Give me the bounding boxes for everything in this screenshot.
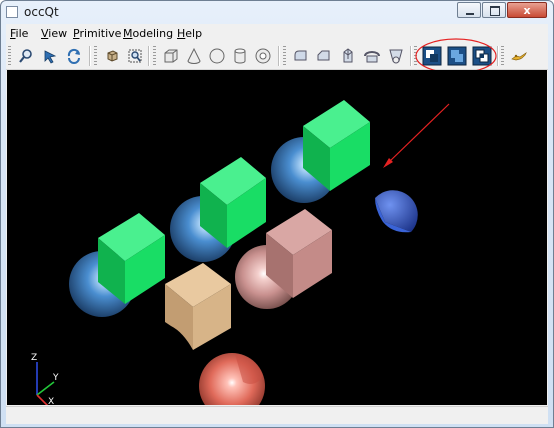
- minimize-button[interactable]: [457, 2, 481, 18]
- menu-help[interactable]: Help: [177, 27, 202, 40]
- app-icon: [6, 6, 18, 18]
- sphere-button[interactable]: [206, 45, 227, 66]
- sphere-icon: [209, 48, 224, 63]
- fit-area-button[interactable]: [124, 45, 145, 66]
- toolbar: [6, 38, 548, 74]
- cylinder-icon: [234, 48, 245, 63]
- blue-hemisphere[interactable]: [375, 190, 418, 232]
- status-bar: [6, 406, 548, 424]
- toolbar-grip[interactable]: [8, 46, 11, 66]
- chamfer-button[interactable]: [313, 45, 334, 66]
- pan-icon: [44, 49, 56, 64]
- menu-modeling-rest: odeling: [132, 27, 174, 40]
- window-title: occQt: [24, 5, 59, 19]
- close-button[interactable]: x: [507, 2, 547, 18]
- about-button[interactable]: [508, 45, 529, 66]
- red-sphere[interactable]: [199, 353, 265, 405]
- client-area: File View Primitive Modeling Help Z Y X: [6, 24, 548, 424]
- main-window: occQt x File View Primitive Modeling Hel…: [0, 0, 554, 428]
- cylinder-button[interactable]: [229, 45, 250, 66]
- about-icon: [510, 51, 527, 60]
- tan-solid[interactable]: [165, 263, 231, 350]
- pan-button[interactable]: [39, 45, 60, 66]
- toolbar-separator: [410, 46, 412, 66]
- menu-view[interactable]: View: [41, 27, 67, 40]
- extrude-button[interactable]: [337, 45, 358, 66]
- menu-view-rest: iew: [48, 27, 68, 40]
- toolbar-grip[interactable]: [501, 46, 504, 66]
- fillet-button[interactable]: [290, 45, 311, 66]
- fillet-icon: [294, 50, 306, 60]
- axis-trihedron: Z Y X: [31, 353, 59, 405]
- axis-x-label: X: [48, 397, 54, 405]
- menu-file[interactable]: File: [10, 27, 28, 40]
- toolbar-separator: [278, 46, 280, 66]
- zoom-button[interactable]: [15, 45, 36, 66]
- menu-primitive-rest: rimitive: [79, 27, 122, 40]
- menu-modeling[interactable]: Modeling: [123, 27, 173, 40]
- axis-z-label: Z: [31, 353, 37, 363]
- box-button[interactable]: [160, 45, 181, 66]
- rotate-icon: [67, 48, 80, 64]
- toolbar-grip[interactable]: [94, 46, 97, 66]
- toolbar-separator: [89, 46, 91, 66]
- torus-icon: [255, 48, 270, 63]
- loft-icon: [388, 49, 403, 63]
- scene-canvas: Z Y X: [31, 100, 450, 405]
- toolbar-grip[interactable]: [153, 46, 156, 66]
- menu-help-rest: elp: [185, 27, 203, 40]
- fit-area-icon: [128, 49, 141, 62]
- chamfer-icon: [317, 50, 329, 60]
- axis-y-label: Y: [52, 373, 59, 383]
- toolbar-grip[interactable]: [283, 46, 286, 66]
- loft-button[interactable]: [385, 45, 406, 66]
- zoom-icon: [18, 48, 32, 63]
- torus-button[interactable]: [252, 45, 273, 66]
- title-bar[interactable]: occQt x: [1, 1, 553, 23]
- revolve-icon: [363, 50, 380, 62]
- revolve-button[interactable]: [361, 45, 382, 66]
- maximize-button[interactable]: [482, 2, 506, 18]
- rotate-button[interactable]: [63, 45, 84, 66]
- fit-all-icon: [107, 49, 117, 62]
- extrude-icon: [343, 47, 352, 62]
- cone-icon: [186, 47, 201, 64]
- menu-primitive[interactable]: Primitive: [73, 27, 121, 40]
- window-controls: x: [456, 2, 547, 18]
- cone-button[interactable]: [183, 45, 204, 66]
- menu-file-rest: ile: [15, 27, 29, 40]
- 3d-viewport[interactable]: Z Y X: [7, 70, 547, 405]
- box-icon: [164, 49, 177, 62]
- annotation-arrow: [383, 103, 450, 168]
- close-icon: x: [523, 4, 531, 17]
- fit-all-button[interactable]: [101, 45, 122, 66]
- toolbar-separator: [148, 46, 150, 66]
